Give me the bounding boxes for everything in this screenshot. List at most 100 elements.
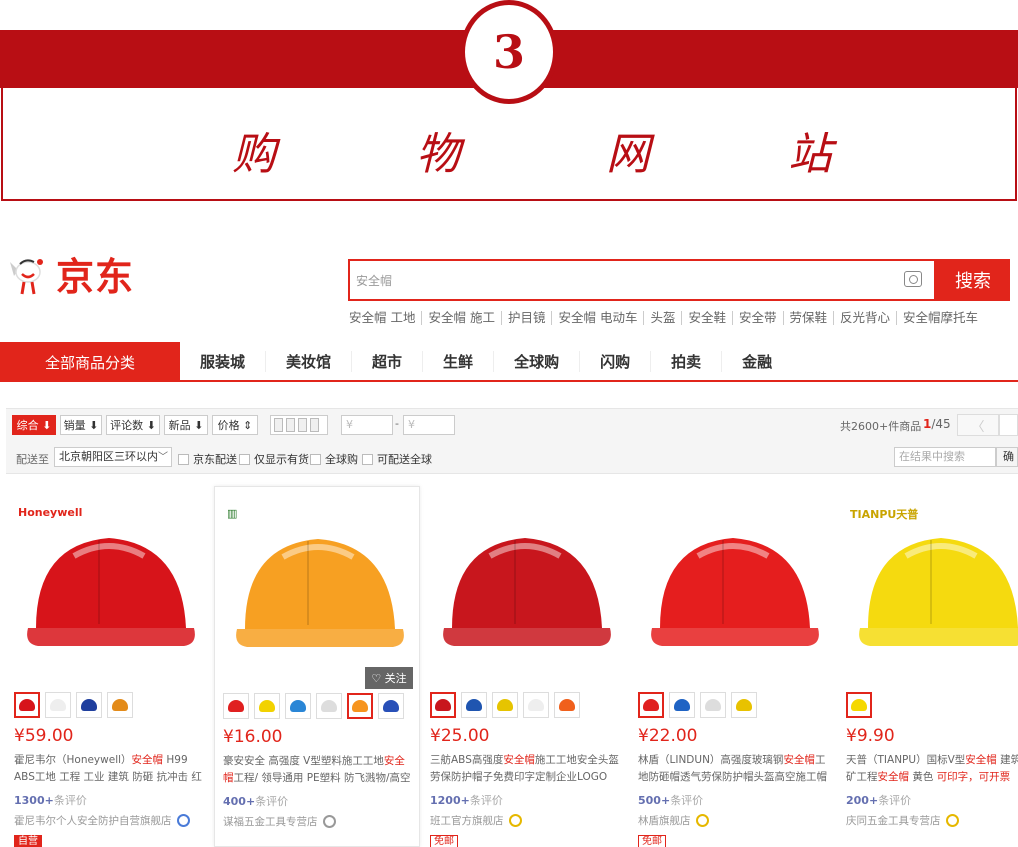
hotword-link[interactable]: 安全带	[732, 311, 783, 325]
product-card[interactable]: ▥ ♡ 关注 ¥16.00 豪安安全 高强度 V型塑料施工工地安全帽工程/ 领导通用 …	[214, 486, 420, 847]
color-swatch[interactable]	[430, 692, 456, 718]
color-swatch[interactable]	[347, 693, 373, 719]
color-swatch[interactable]	[76, 692, 102, 718]
product-title[interactable]: 天普（TIANPU）国标V型安全帽 建筑工矿工程安全帽 黄色 可印字，可开票	[846, 752, 1018, 786]
color-swatch[interactable]	[14, 692, 40, 718]
chat-icon[interactable]	[322, 815, 336, 828]
result-search-button[interactable]: 确定	[996, 447, 1018, 467]
banner-box	[1, 88, 1017, 201]
product-card[interactable]: ¥25.00 三舫ABS高强度安全帽施工工地安全头盔劳保防护帽子免费印字定制企业L…	[422, 486, 628, 847]
hotword-link[interactable]: 头盔	[643, 311, 681, 325]
hotword-link[interactable]: 安全帽 电动车	[551, 311, 643, 325]
product-image[interactable]	[638, 496, 828, 680]
view-toggle[interactable]	[270, 415, 328, 435]
nav-item-beauty[interactable]: 美妆馆	[265, 350, 351, 372]
sort-sales[interactable]: 销量 ⬇	[60, 415, 102, 435]
shop-link[interactable]: 班工官方旗舰店	[430, 813, 522, 828]
product-image[interactable]	[223, 497, 413, 681]
nav-item-global[interactable]: 全球购	[493, 350, 579, 372]
sort-newest[interactable]: 新品 ⬇	[164, 415, 208, 435]
color-swatch[interactable]	[45, 692, 71, 718]
color-swatch[interactable]	[638, 692, 664, 718]
sort-comprehensive[interactable]: 综合 ⬇	[12, 415, 56, 435]
product-price: ¥22.00	[638, 726, 698, 746]
hotword-link[interactable]: 安全帽 施工	[421, 311, 500, 325]
banner-title-char: 站	[788, 129, 832, 180]
hotword-link[interactable]: 反光背心	[833, 311, 896, 325]
check-global[interactable]: 全球购	[310, 451, 358, 467]
camera-icon[interactable]	[904, 271, 922, 287]
shop-link[interactable]: 林盾旗舰店	[638, 813, 709, 828]
product-image[interactable]	[846, 496, 1018, 680]
next-page-button[interactable]	[999, 414, 1018, 436]
color-swatch[interactable]	[700, 692, 726, 718]
product-title-text: 黄色	[909, 771, 937, 783]
nav-item-auction[interactable]: 拍卖	[650, 350, 721, 372]
review-count[interactable]: 200+条评价	[846, 792, 911, 808]
hotword-link[interactable]: 护目镜	[500, 311, 552, 325]
chat-icon[interactable]	[508, 814, 522, 827]
check-in-stock[interactable]: 仅显示有货	[239, 451, 309, 467]
color-swatch[interactable]	[461, 692, 487, 718]
jd-logo[interactable]: 京东	[4, 246, 134, 301]
color-swatch[interactable]	[223, 693, 249, 719]
color-swatch[interactable]	[846, 692, 872, 718]
review-count[interactable]: 400+条评价	[223, 793, 288, 809]
hotword-link[interactable]: 安全帽摩托车	[896, 311, 984, 325]
color-swatch[interactable]	[285, 693, 311, 719]
checkbox[interactable]	[362, 453, 373, 465]
nav-item-fresh[interactable]: 生鲜	[422, 350, 493, 372]
chat-icon[interactable]	[945, 814, 959, 827]
color-swatch[interactable]	[554, 692, 580, 718]
all-categories-button[interactable]: 全部商品分类	[0, 342, 180, 382]
shop-link[interactable]: 谋福五金工具专营店	[223, 814, 336, 829]
product-title[interactable]: 霍尼韦尔（Honeywell）安全帽 H99 ABS工地 工程 工业 建筑 防砸…	[14, 752, 204, 786]
checkbox[interactable]	[239, 453, 250, 465]
product-title[interactable]: 豪安安全 高强度 V型塑料施工工地安全帽工程/ 领导通用 PE塑料 防飞溅物/高…	[223, 753, 413, 787]
color-swatch[interactable]	[669, 692, 695, 718]
price-min-input[interactable]: ¥	[341, 415, 393, 435]
sort-price[interactable]: 价格 ⇕	[212, 415, 258, 435]
product-card[interactable]: Honeywell ¥59.00 霍尼韦尔（Honeywell）安全帽 H99 AB…	[6, 486, 212, 847]
color-swatch[interactable]	[492, 692, 518, 718]
chat-icon[interactable]	[695, 814, 709, 827]
product-image[interactable]	[14, 496, 204, 680]
hotword-link[interactable]: 安全帽 工地	[349, 311, 421, 325]
color-swatch[interactable]	[107, 692, 133, 718]
result-search-input[interactable]: 在结果中搜索	[894, 447, 996, 467]
color-swatch[interactable]	[378, 693, 404, 719]
search-input[interactable]: 安全帽	[348, 259, 936, 301]
shop-link[interactable]: 霍尼韦尔个人安全防护自营旗舰店	[14, 813, 190, 828]
review-count[interactable]: 1200+条评价	[430, 792, 503, 808]
nav-item-clothing[interactable]: 服装城	[180, 351, 265, 372]
nav-item-finance[interactable]: 金融	[721, 350, 792, 372]
review-count[interactable]: 500+条评价	[638, 792, 703, 808]
banner: 3 购 物 网 站	[0, 0, 1018, 205]
color-swatch[interactable]	[523, 692, 549, 718]
product-card[interactable]: ¥22.00 林盾（LINDUN）高强度玻璃钢安全帽工地防砸帽透气劳保防护帽头盔高…	[630, 486, 836, 847]
product-image[interactable]	[430, 496, 620, 680]
color-swatch[interactable]	[731, 692, 757, 718]
product-card[interactable]: TIANPU天普 ¥9.90 天普（TIANPU）国标V型安全帽 建筑工矿工程安全帽…	[838, 486, 1018, 847]
product-title[interactable]: 三舫ABS高强度安全帽施工工地安全头盔劳保防护帽子免费印字定制企业LOGO 三	[430, 752, 620, 786]
sort-reviews[interactable]: 评论数 ⬇	[106, 415, 160, 435]
nav-item-flash[interactable]: 闪购	[579, 350, 650, 372]
shop-link[interactable]: 庆同五金工具专营店	[846, 813, 959, 828]
color-swatch[interactable]	[316, 693, 342, 719]
checkbox[interactable]	[178, 453, 189, 465]
follow-button[interactable]: ♡ 关注	[365, 667, 413, 689]
nav-item-supermarket[interactable]: 超市	[351, 350, 422, 372]
review-count[interactable]: 1300+条评价	[14, 792, 87, 808]
hotword-link[interactable]: 劳保鞋	[782, 311, 834, 325]
color-swatch[interactable]	[254, 693, 280, 719]
search-button[interactable]: 搜索	[936, 259, 1010, 301]
check-ship-global[interactable]: 可配送全球	[362, 451, 432, 467]
deliver-location-select[interactable]: 北京朝阳区三环以内	[54, 447, 172, 467]
checkbox[interactable]	[310, 453, 321, 465]
product-title[interactable]: 林盾（LINDUN）高强度玻璃钢安全帽工地防砸帽透气劳保防护帽头盔高空施工帽	[638, 752, 828, 786]
prev-page-button[interactable]: 〈	[957, 414, 999, 436]
hotword-link[interactable]: 安全鞋	[681, 311, 732, 325]
check-jd-delivery[interactable]: 京东配送	[178, 451, 237, 467]
price-max-input[interactable]: ¥	[403, 415, 455, 435]
chat-icon[interactable]	[176, 814, 190, 827]
